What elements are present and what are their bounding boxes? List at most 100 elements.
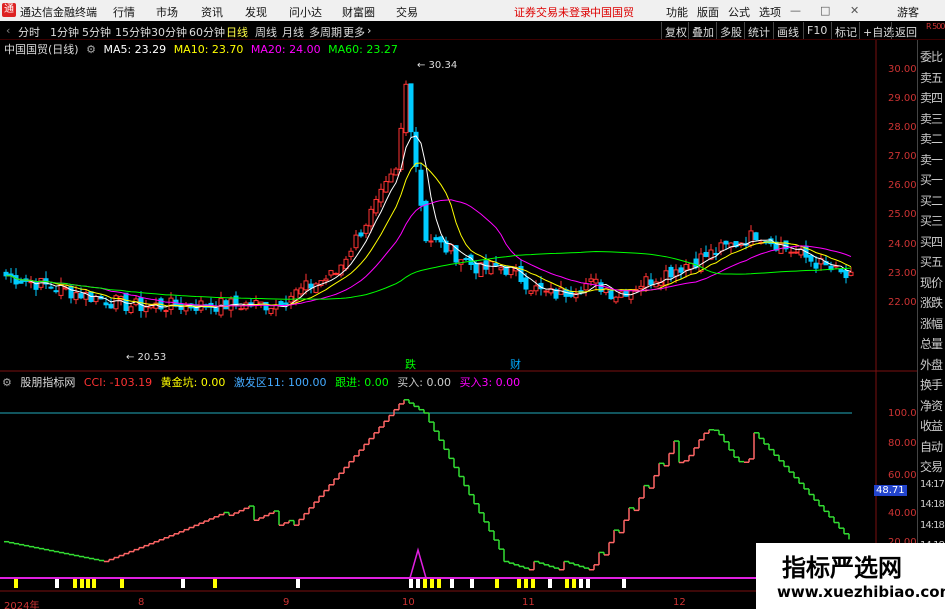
quote-field-label: 换手 (920, 378, 943, 392)
signal-bar (181, 579, 185, 588)
candle-body (808, 254, 814, 262)
quote-field-label: 14:17 (920, 478, 945, 490)
candle-body (123, 292, 129, 311)
y-tick: 26.00 (888, 180, 917, 191)
settings-icon[interactable]: ⚙ (2, 376, 12, 389)
candle-body (638, 285, 644, 290)
signal-bar (517, 579, 521, 588)
signal-spike (409, 547, 427, 579)
candle-body (408, 83, 414, 133)
candle-body (423, 200, 429, 242)
settings-icon[interactable]: ⚙ (86, 43, 96, 56)
quote-field-label: 自动 (920, 439, 943, 454)
ind-y-tick: 40.00 (888, 508, 917, 519)
quote-field-label: 涨幅 (920, 316, 943, 331)
y-tick: 29.00 (888, 93, 917, 104)
quote-field-label: 卖四 (920, 91, 943, 105)
candle-body (393, 168, 399, 176)
candle-body (53, 290, 59, 293)
candle-body (128, 306, 134, 313)
signal-bar (470, 579, 474, 588)
candle-body (108, 303, 114, 309)
buy3-label: 买入3: 0.00 (459, 376, 521, 389)
candle-body (838, 268, 844, 273)
cci-label: CCI: -103.19 (83, 376, 153, 389)
y-tick: 27.00 (888, 151, 917, 162)
candle-body (333, 272, 339, 275)
candle-body (418, 169, 424, 206)
watermark: 指标严选网 www.xuezhibiao.com (756, 543, 945, 609)
candle-body (223, 300, 229, 310)
quote-field-label: 涨跌 (920, 296, 943, 310)
quote-field-label: 外盘 (920, 357, 943, 372)
candle-body (753, 232, 759, 241)
candle-body (498, 267, 504, 271)
ma5-label: MA5: 23.29 (103, 43, 167, 56)
quote-field-label: 卖一 (920, 152, 943, 167)
event-marker: 财 (510, 357, 521, 371)
x-tick: 11 (522, 597, 535, 608)
quote-field-label: 买二 (920, 193, 943, 208)
signal-bar (586, 579, 590, 588)
candle-body (533, 285, 539, 292)
ma60-line (5, 251, 852, 300)
candle-body (3, 271, 9, 277)
x-tick: 8 (138, 597, 145, 608)
quote-field-label: 14:18 (920, 499, 945, 510)
signal-bar (296, 579, 300, 588)
quote-field-label: 净资 (920, 398, 943, 413)
candle-body (113, 295, 119, 310)
signal-bar (55, 579, 59, 588)
signal-bar (565, 579, 569, 588)
y-tick: 30.00 (888, 64, 917, 75)
stock-title: 中国国贸(日线) (4, 43, 79, 56)
x-tick: 12 (673, 597, 686, 608)
candle-body (683, 264, 689, 271)
candle-body (788, 251, 794, 254)
kline-chart[interactable]: ← 30.34 ← 20.53 跌 财 (0, 0, 945, 609)
candle-body (388, 173, 394, 183)
candle-body (283, 302, 289, 305)
quote-field-label: 交易 (920, 460, 943, 474)
y-tick: 23.00 (888, 268, 917, 279)
candle-body (433, 237, 439, 241)
candle-body (103, 302, 109, 306)
candle-body (213, 307, 219, 312)
ma-info-bar: 中国国贸(日线) ⚙ MA5: 23.29 MA10: 23.70 MA20: … (0, 41, 402, 56)
watermark-url: www.xuezhibiao.com (777, 583, 945, 601)
low-label: ← 20.53 (126, 352, 166, 363)
candle-body (68, 285, 74, 299)
signal-bar (73, 579, 77, 588)
candle-body (608, 290, 614, 300)
signal-bar (213, 579, 217, 588)
quote-field-label: 14:18 (920, 519, 945, 531)
candle-body (438, 236, 444, 243)
candle-body (668, 266, 674, 278)
signal-bar (430, 579, 434, 588)
ma60-label: MA60: 23.27 (328, 43, 398, 56)
candle-body (383, 181, 389, 193)
candle-body (843, 270, 849, 279)
x-tick: 10 (402, 597, 415, 608)
candle-body (593, 278, 599, 284)
quote-field-label: 买四 (920, 234, 943, 249)
candle-body (48, 286, 54, 289)
candle-body (403, 83, 409, 134)
ma10-label: MA10: 23.70 (173, 43, 244, 56)
candle-body (493, 263, 499, 266)
ma20-label: MA20: 24.00 (250, 43, 321, 56)
signal-bar (92, 579, 96, 588)
candle-body (58, 284, 64, 296)
candle-body (143, 306, 149, 313)
candle-body (363, 224, 369, 234)
candle-body (268, 307, 274, 314)
candle-body (848, 271, 854, 276)
current-value-badge: 48.71 (874, 485, 907, 496)
candle-body (673, 269, 679, 277)
quote-field-label: 收益 (920, 419, 943, 433)
candle-body (323, 278, 329, 282)
candle-body (368, 208, 374, 227)
indicator-info-bar: ⚙ 股朋指标网 CCI: -103.19 黄金坑: 0.00 激发区11: 10… (0, 374, 525, 390)
signal-bar (120, 579, 124, 588)
app-window: 通 通达信金融终端 行情 市场 资讯 发现 问小达 财富圈 交易 证券交易未登录… (0, 0, 945, 609)
